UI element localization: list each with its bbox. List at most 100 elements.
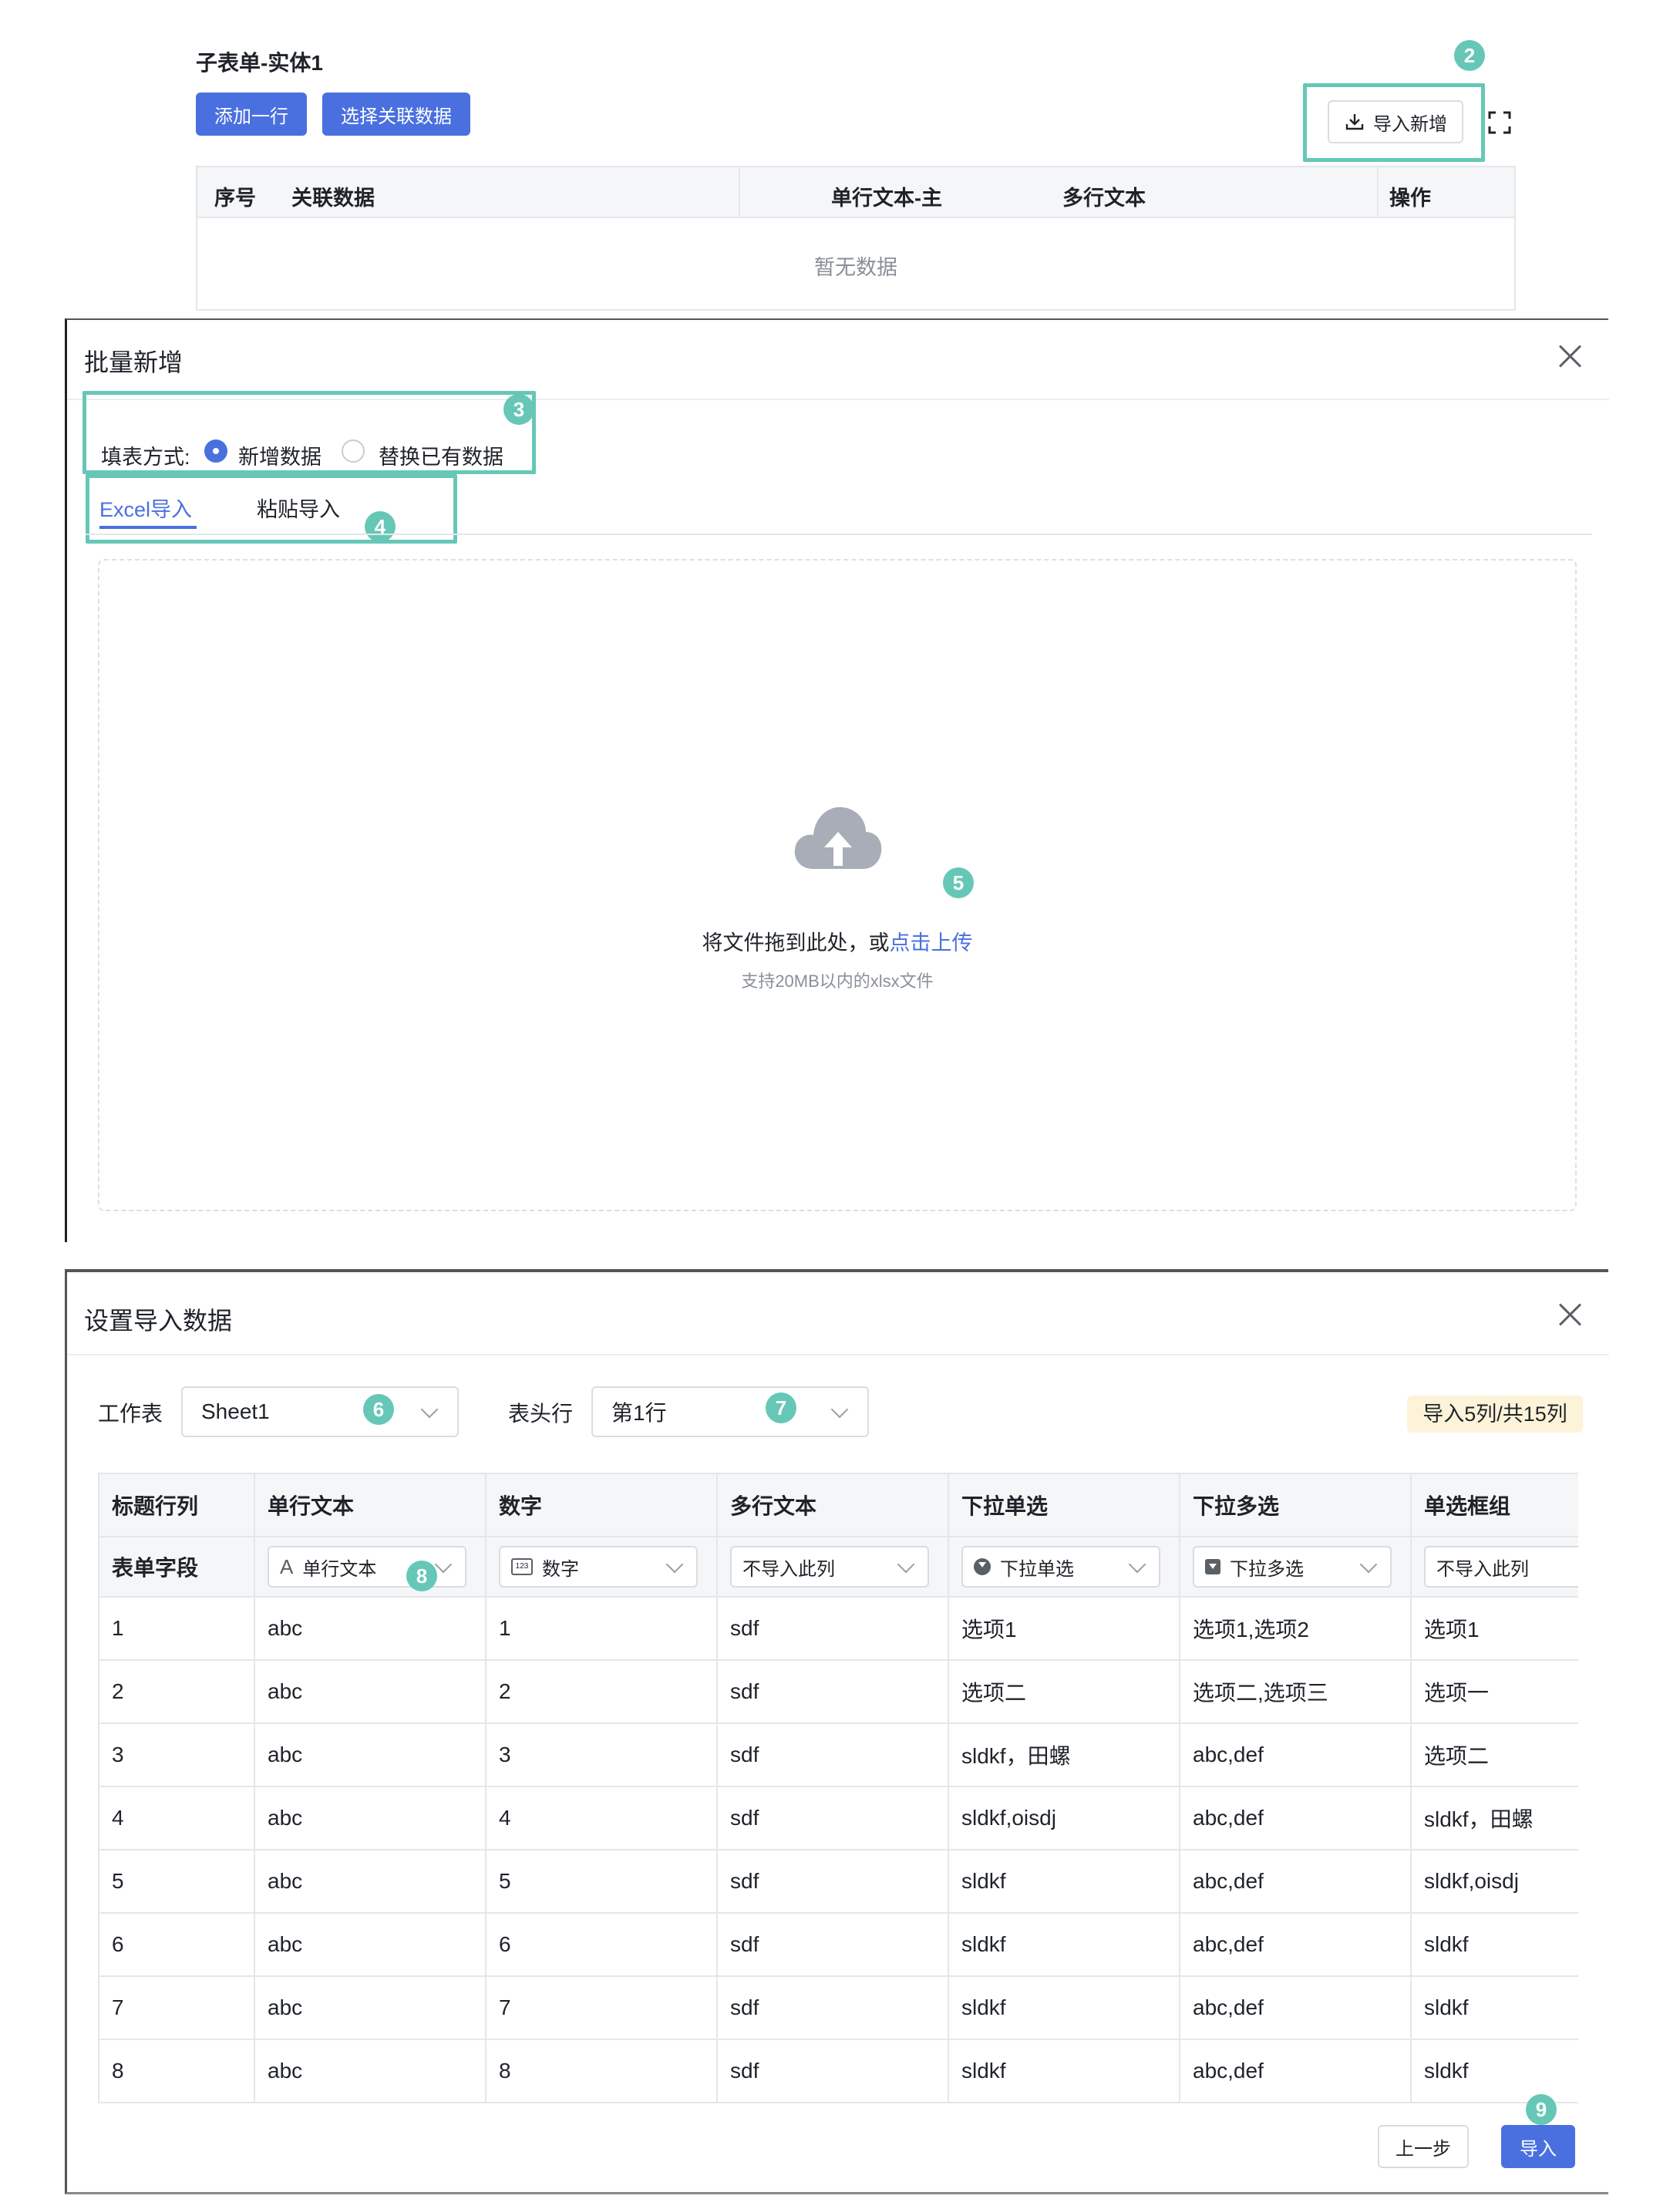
import-summary-badge: 导入5列/共15列: [1407, 1396, 1583, 1433]
upload-dropzone[interactable]: 5 将文件拖到此处，或点击上传 支持20MB以内的xlsx文件: [98, 559, 1577, 1211]
table-cell: sldkf: [948, 1912, 1180, 1977]
header-row-select[interactable]: 第1行: [591, 1386, 869, 1437]
step-badge-7: 7: [766, 1392, 796, 1423]
subform-table: 序号 关联数据 单行文本-主 多行文本 操作 暂无数据: [196, 166, 1516, 311]
dropdown-multi-icon: [1205, 1559, 1220, 1574]
table-cell: sldkf，田螺: [948, 1722, 1180, 1787]
table-cell: 1: [98, 1596, 255, 1661]
import-new-label: 导入新增: [1373, 113, 1447, 135]
chevron-down-icon: [1359, 1555, 1378, 1574]
chevron-down-icon: [830, 1400, 849, 1419]
table-cell: 3: [485, 1722, 718, 1787]
table-cell: 4: [98, 1786, 255, 1850]
table-cell: abc: [254, 1849, 486, 1914]
field-cell: 下拉多选: [1179, 1536, 1412, 1598]
chevron-down-icon: [420, 1400, 439, 1419]
field-select-radio-group[interactable]: 不导入此列: [1424, 1546, 1578, 1588]
table-cell: 选项1: [1410, 1596, 1578, 1661]
close-icon[interactable]: [1558, 345, 1581, 368]
column-title: 数字: [485, 1473, 718, 1537]
column-title: 单选框组: [1410, 1473, 1578, 1537]
tab-excel-import[interactable]: Excel导入: [99, 493, 192, 523]
fullscreen-icon[interactable]: [1488, 111, 1511, 134]
chevron-down-icon: [897, 1555, 915, 1574]
field-row: 表单字段 A 单行文本 123 数字 不导入此列 下拉单选 下拉多选 不导入此列: [98, 1536, 1578, 1598]
field-select-number[interactable]: 123 数字: [499, 1546, 698, 1588]
field-select-value: 下拉单选: [1000, 1558, 1074, 1580]
field-select-dropdown-multi[interactable]: 下拉多选: [1193, 1546, 1392, 1588]
step-badge-6: 6: [363, 1394, 394, 1425]
click-upload-link[interactable]: 点击上传: [890, 931, 973, 955]
step-badge-2: 2: [1454, 40, 1485, 71]
column-title: 下拉多选: [1179, 1473, 1412, 1537]
table-cell: sldkf,oisdj: [948, 1786, 1180, 1850]
step-badge-9: 9: [1526, 2094, 1557, 2125]
title-row: 标题行列 单行文本 数字 多行文本 下拉单选 下拉多选 单选框组: [98, 1473, 1578, 1537]
table-row: 3 abc 3 sdf sldkf，田螺 abc,def 选项二: [98, 1722, 1578, 1787]
radio-replace-data[interactable]: [342, 439, 365, 463]
table-cell: sldkf: [1410, 1975, 1578, 2040]
radio-add-data[interactable]: [204, 439, 227, 463]
table-cell: 2: [485, 1659, 718, 1724]
table-cell: 选项二,选项三: [1179, 1659, 1412, 1724]
table-cell: 8: [485, 2039, 718, 2102]
column-header-actions: 操作: [1389, 187, 1431, 210]
header-row-select-value: 第1行: [611, 1401, 667, 1425]
table-cell: sdf: [716, 1849, 949, 1914]
table-cell: abc,def: [1179, 1786, 1412, 1850]
step-badge-4: 4: [365, 511, 396, 542]
table-cell: abc,def: [1179, 2039, 1412, 2102]
table-cell: abc,def: [1179, 1849, 1412, 1914]
table-cell: sdf: [716, 1786, 949, 1850]
import-preview-table: 标题行列 单行文本 数字 多行文本 下拉单选 下拉多选 单选框组 表单字段 A …: [98, 1473, 1578, 2102]
field-cell: A 单行文本: [254, 1536, 486, 1598]
table-cell: sdf: [716, 1912, 949, 1977]
dropdown-single-icon: [974, 1558, 991, 1575]
table-cell: 8: [98, 2039, 255, 2102]
option-add-data-label[interactable]: 新增数据: [238, 440, 322, 470]
chevron-down-icon: [1128, 1555, 1146, 1574]
option-replace-data-label[interactable]: 替换已有数据: [379, 440, 503, 470]
close-icon[interactable]: [1558, 1303, 1581, 1326]
table-cell: 3: [98, 1722, 255, 1787]
step-badge-5: 5: [943, 867, 974, 898]
text-icon: A: [280, 1554, 294, 1578]
table-cell: sdf: [716, 1659, 949, 1724]
batch-add-dialog: 批量新增 3 填表方式: 新增数据 替换已有数据 4 Excel导入 粘贴导入 …: [65, 318, 1609, 1242]
empty-text: 暂无数据: [814, 256, 897, 279]
field-select-dropdown-single[interactable]: 下拉单选: [961, 1546, 1160, 1588]
select-related-data-button[interactable]: 选择关联数据: [322, 93, 470, 136]
table-cell: abc,def: [1179, 1975, 1412, 2040]
table-cell: 6: [98, 1912, 255, 1977]
column-header-multi-text: 多行文本: [1062, 187, 1146, 210]
table-cell: 7: [485, 1975, 718, 2040]
import-button[interactable]: 导入: [1501, 2125, 1575, 2168]
table-cell: 6: [485, 1912, 718, 1977]
download-icon: [1345, 114, 1364, 130]
column-header-related-data: 关联数据: [291, 187, 375, 210]
table-cell: abc,def: [1179, 1722, 1412, 1787]
table-cell: abc: [254, 1722, 486, 1787]
sheet-select[interactable]: Sheet1: [181, 1386, 459, 1437]
table-cell: abc: [254, 1912, 486, 1977]
chevron-down-icon: [665, 1555, 684, 1574]
import-new-button[interactable]: 导入新增: [1328, 100, 1463, 143]
table-cell: sdf: [716, 1596, 949, 1661]
upload-hint: 支持20MB以内的xlsx文件: [741, 971, 934, 991]
table-cell: 1: [485, 1596, 718, 1661]
add-row-button[interactable]: 添加一行: [196, 93, 307, 136]
table-cell: 4: [485, 1786, 718, 1850]
field-select-value: 下拉多选: [1230, 1558, 1304, 1580]
table-cell: abc: [254, 2039, 486, 2102]
field-select-multi-text[interactable]: 不导入此列: [730, 1546, 929, 1588]
table-cell: sdf: [716, 1722, 949, 1787]
chevron-down-icon: [434, 1555, 453, 1574]
field-select-single-text[interactable]: A 单行文本: [268, 1546, 466, 1588]
upload-instruction: 将文件拖到此处，或点击上传: [99, 926, 1575, 956]
tab-paste-import[interactable]: 粘贴导入: [257, 493, 340, 523]
table-cell: abc: [254, 1659, 486, 1724]
subform-title: 子表单-实体1: [196, 51, 323, 75]
field-select-value: 数字: [542, 1558, 579, 1580]
previous-step-button[interactable]: 上一步: [1378, 2125, 1469, 2168]
table-row: 4 abc 4 sdf sldkf,oisdj abc,def sldkf，田螺: [98, 1786, 1578, 1850]
